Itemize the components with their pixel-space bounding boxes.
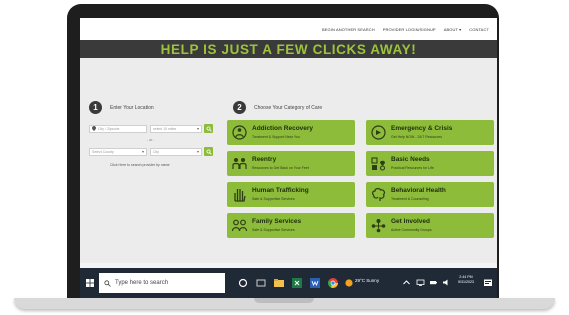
category-title: Behavioral Health <box>391 187 446 194</box>
category-addiction-recovery[interactable]: Addiction Recovery Treatment & Support N… <box>227 120 355 145</box>
county-search-button[interactable] <box>204 147 213 156</box>
category-subtitle: Active Community Groups <box>391 228 432 232</box>
file-explorer-icon[interactable] <box>273 277 285 289</box>
windows-taskbar: Type here to search 29°C Sunny 2:44 PM 5… <box>80 268 497 298</box>
category-title: Get Involved <box>391 218 431 225</box>
network-icon[interactable] <box>416 278 425 287</box>
category-subtitle: Practical Resources for Life <box>391 166 434 170</box>
brain-icon <box>372 188 385 201</box>
step-1-title: Enter Your Location <box>110 105 154 111</box>
search-icon <box>104 279 111 287</box>
chevron-down-icon: ▾ <box>459 26 462 32</box>
category-emergency-crisis[interactable]: Emergency & Crisis Get Help NOW - 24/7 R… <box>366 120 494 145</box>
hand-icon <box>234 189 246 202</box>
location-search-button[interactable] <box>204 124 213 133</box>
emergency-icon <box>371 125 386 140</box>
word-icon[interactable] <box>309 277 321 289</box>
reentry-icon <box>232 158 247 169</box>
nav-about[interactable]: ABOUT ▾ <box>444 27 462 32</box>
taskbar-search-placeholder: Type here to search <box>115 280 169 286</box>
laptop-screen: BEGIN ANOTHER SEARCH PROVIDER LOGIN/SIGN… <box>80 18 497 298</box>
category-get-involved[interactable]: Get Involved Active Community Groups <box>366 213 494 238</box>
taskbar-weather[interactable]: 29°C Sunny <box>355 278 379 283</box>
category-subtitle: Get Help NOW - 24/7 Resources <box>391 135 442 139</box>
banner-headline: HELP IS JUST A FEW CLICKS AWAY! <box>160 41 417 57</box>
search-by-name-link[interactable]: Click Here to search provider by name <box>110 163 170 167</box>
or-divider: - or - <box>147 138 155 142</box>
radius-value: select 10 miles <box>153 127 177 131</box>
basic-needs-icon <box>371 157 386 171</box>
zip-placeholder: City / Zipcode <box>98 127 120 131</box>
excel-icon[interactable] <box>291 277 303 289</box>
hero-banner: HELP IS JUST A FEW CLICKS AWAY! <box>80 40 497 58</box>
community-icon <box>371 219 386 233</box>
category-title: Family Services <box>252 218 302 225</box>
category-title: Emergency & Crisis <box>391 125 453 132</box>
step-2-title: Choose Your Category of Care <box>254 105 323 111</box>
nav-begin-another-search[interactable]: BEGIN ANOTHER SEARCH <box>322 27 375 32</box>
category-reentry[interactable]: Reentry Resources to Get Back on Your Fe… <box>227 151 355 176</box>
nav-contact[interactable]: CONTACT <box>469 27 489 32</box>
city-select[interactable]: City ▾ <box>150 148 202 156</box>
step-2-badge: 2 <box>233 101 246 114</box>
category-subtitle: Treatment & Counseling <box>391 197 429 201</box>
category-title: Addiction Recovery <box>252 125 314 132</box>
windows-start-icon[interactable] <box>86 279 94 287</box>
radius-select[interactable]: select 10 miles ▾ <box>150 125 202 133</box>
widgets-icon[interactable] <box>255 277 267 289</box>
chrome-icon[interactable] <box>327 277 339 289</box>
county-select[interactable]: Select County ▾ <box>89 148 147 156</box>
category-behavioral-health[interactable]: Behavioral Health Treatment & Counseling <box>366 182 494 207</box>
location-pin-icon <box>92 126 96 132</box>
laptop-notch <box>254 298 314 303</box>
category-human-trafficking[interactable]: Human Trafficking Safe & Supportive Serv… <box>227 182 355 207</box>
category-family-services[interactable]: Family Services Safe & Supportive Servic… <box>227 213 355 238</box>
category-basic-needs[interactable]: Basic Needs Practical Resources for Life <box>366 151 494 176</box>
chevron-down-icon: ▾ <box>196 149 199 154</box>
weather-sun-icon[interactable] <box>343 277 355 289</box>
zip-input[interactable]: City / Zipcode <box>89 125 147 133</box>
city-value: City <box>153 150 160 154</box>
clock-date: 5/31/2023 <box>458 280 474 284</box>
county-value: Select County <box>92 150 114 154</box>
category-title: Reentry <box>252 156 277 163</box>
category-subtitle: Safe & Supportive Services <box>252 197 295 201</box>
taskbar-search-box[interactable]: Type here to search <box>99 273 225 293</box>
main-content: 1 Enter Your Location City / Zipcode sel… <box>80 58 497 263</box>
volume-icon[interactable] <box>442 278 451 287</box>
taskbar-clock[interactable]: 2:44 PM 5/31/2023 <box>458 275 474 285</box>
chevron-down-icon: ▾ <box>196 126 199 131</box>
category-subtitle: Treatment & Support Near You <box>252 135 300 139</box>
family-icon <box>231 219 248 232</box>
search-icon <box>205 125 212 132</box>
chevron-down-icon: ▾ <box>141 149 144 154</box>
notification-icon[interactable] <box>483 278 493 288</box>
top-navigation: BEGIN ANOTHER SEARCH PROVIDER LOGIN/SIGN… <box>80 18 497 40</box>
category-subtitle: Resources to Get Back on Your Feet <box>252 166 309 170</box>
chevron-up-icon[interactable] <box>402 278 411 287</box>
recovery-icon <box>232 125 247 140</box>
nav-about-label: ABOUT <box>443 26 458 32</box>
nav-provider-login[interactable]: PROVIDER LOGIN/SIGNUP <box>383 27 436 32</box>
category-title: Basic Needs <box>391 156 430 163</box>
search-icon <box>205 148 212 155</box>
category-title: Human Trafficking <box>252 187 309 194</box>
step-1-badge: 1 <box>89 101 102 114</box>
task-view-icon[interactable] <box>237 277 249 289</box>
category-subtitle: Safe & Supportive Services <box>252 228 295 232</box>
battery-icon[interactable] <box>429 278 438 287</box>
